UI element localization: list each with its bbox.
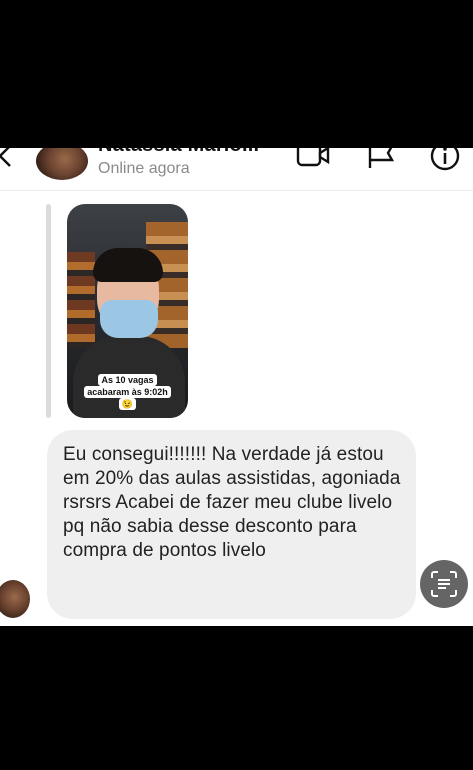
translate-button[interactable]: [420, 560, 468, 608]
translate-text-icon: [431, 571, 457, 597]
shared-story[interactable]: As 10 vagas acabaram às 9:02h 😉: [67, 204, 188, 418]
story-caption: As 10 vagas acabaram às 9:02h 😉: [79, 374, 176, 410]
chat-header: Natassia Mario... Online agora: [0, 148, 473, 191]
message-text: Eu consegui!!!!!!! Na verdade já estou e…: [63, 444, 401, 561]
sender-avatar[interactable]: [0, 580, 30, 618]
flag-icon[interactable]: [366, 148, 396, 170]
story-person-mask: [100, 300, 158, 338]
online-status: Online agora: [98, 160, 190, 177]
story-background-shelf: [67, 252, 95, 348]
back-arrow-icon[interactable]: [0, 148, 16, 168]
contact-avatar[interactable]: [36, 148, 88, 180]
story-person-hair: [93, 248, 163, 282]
story-reply-indicator: [46, 204, 51, 418]
contact-name[interactable]: Natassia Mario...: [98, 148, 259, 157]
message-bubble[interactable]: Eu consegui!!!!!!! Na verdade já estou e…: [47, 430, 416, 619]
info-icon[interactable]: [430, 148, 462, 174]
chat-screen: Natassia Mario... Online agora As 10 vag…: [0, 148, 473, 626]
video-call-icon[interactable]: [296, 148, 330, 170]
